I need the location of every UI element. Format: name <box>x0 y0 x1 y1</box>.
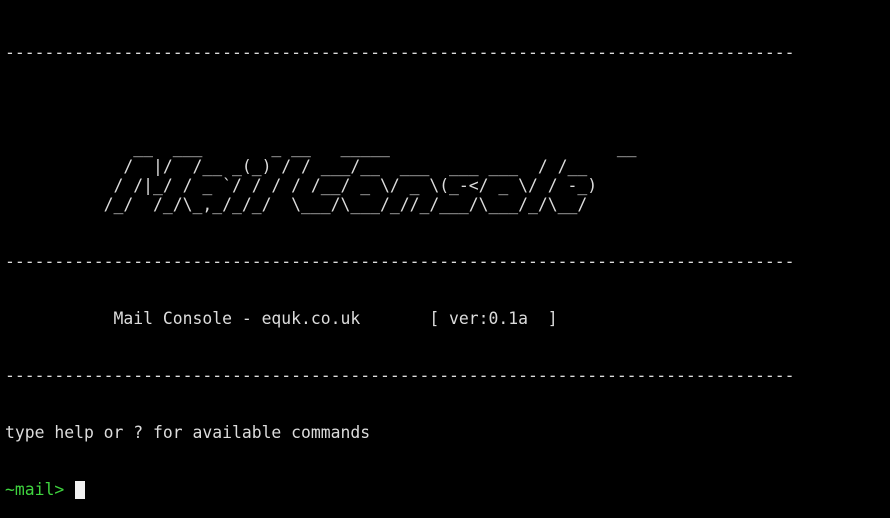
ascii-art-banner: __ ___ _ __ _____ __ / |/ /__ _(_) / / _… <box>103 138 637 214</box>
command-prompt: ~mail> <box>5 480 75 499</box>
command-line[interactable]: ~mail> <box>5 480 885 499</box>
text-cursor <box>75 480 86 499</box>
terminal-window[interactable]: ----------------------------------------… <box>5 5 885 499</box>
help-hint: type help or ? for available commands <box>5 423 371 442</box>
title-divider-bottom: ----------------------------------------… <box>5 366 795 385</box>
top-divider: ----------------------------------------… <box>5 43 795 62</box>
title-divider-top: ----------------------------------------… <box>5 252 795 271</box>
console-title: Mail Console - equk.co.uk [ ver:0.1a ] <box>5 309 558 328</box>
